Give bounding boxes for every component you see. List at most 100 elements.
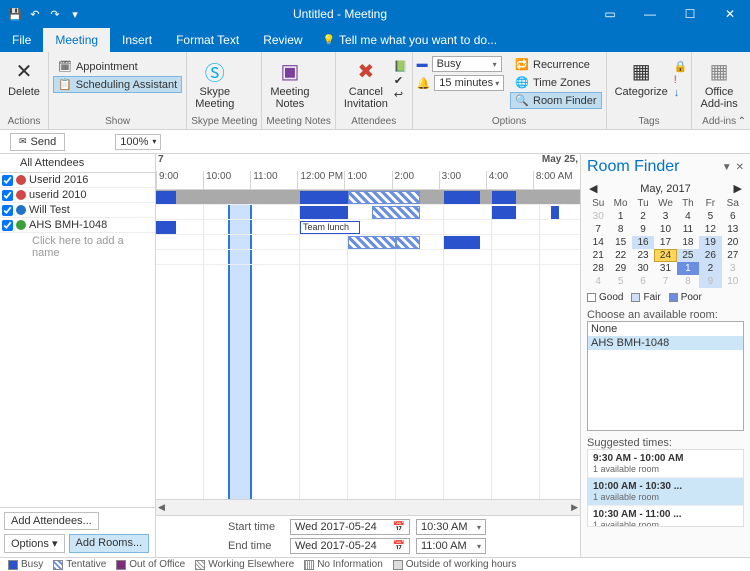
pane-close-icon[interactable]: ✕ — [736, 162, 744, 173]
calendar-day[interactable]: 17 — [654, 236, 676, 249]
attendee-checkbox[interactable] — [2, 220, 13, 231]
show-as-dropdown[interactable]: Busy — [432, 56, 502, 72]
room-list[interactable]: NoneAHS BMH-1048 — [587, 321, 744, 431]
timezones-button[interactable]: 🌐Time Zones — [510, 74, 601, 91]
qat-more-icon[interactable]: ▾ — [66, 5, 84, 23]
calendar-day[interactable]: 8 — [609, 223, 631, 236]
response-options-icon[interactable]: ↩ — [394, 88, 408, 101]
calendar-day[interactable]: 3 — [722, 262, 744, 275]
send-button[interactable]: Send — [10, 133, 65, 151]
calendar-day[interactable]: 3 — [654, 210, 676, 223]
zoom-dropdown[interactable]: 100% — [115, 134, 161, 150]
address-book-icon[interactable]: 📗 — [394, 60, 408, 73]
tell-me-search[interactable]: Tell me what you want to do... — [315, 28, 506, 52]
skype-meeting-button[interactable]: Ⓢ Skype Meeting — [191, 54, 238, 112]
calendar-day[interactable]: 5 — [699, 210, 721, 223]
end-time-field[interactable]: 11:00 AM — [416, 538, 486, 554]
private-icon[interactable]: 🔒 — [674, 60, 688, 73]
calendar-day[interactable]: 9 — [699, 275, 721, 288]
end-date-field[interactable]: Wed 2017-05-24 — [290, 538, 410, 554]
attendee-checkbox[interactable] — [2, 205, 13, 216]
add-rooms-button[interactable]: Add Rooms... — [69, 534, 150, 553]
calendar-day[interactable]: 5 — [609, 275, 631, 288]
calendar-day[interactable]: 4 — [677, 210, 699, 223]
calendar-day[interactable]: 6 — [632, 275, 654, 288]
recurrence-button[interactable]: 🔁Recurrence — [510, 56, 601, 73]
attendee-checkbox[interactable] — [2, 190, 13, 201]
calendar-day[interactable]: 11 — [677, 223, 699, 236]
calendar-day[interactable]: 18 — [677, 236, 699, 249]
tab-file[interactable]: File — [0, 28, 43, 52]
room-option[interactable]: AHS BMH-1048 — [588, 336, 743, 350]
prev-month-icon[interactable]: ◀ — [589, 182, 597, 195]
maximize-icon[interactable]: ☐ — [670, 0, 710, 28]
add-attendee-input[interactable]: Click here to add a name — [0, 233, 155, 261]
calendar-day[interactable]: 8 — [677, 275, 699, 288]
suggested-time[interactable]: 9:30 AM - 10:00 AM1 available room — [588, 450, 743, 478]
redo-icon[interactable]: ↷ — [46, 5, 64, 23]
tab-review[interactable]: Review — [251, 28, 314, 52]
calendar-day[interactable]: 10 — [722, 275, 744, 288]
calendar-day[interactable]: 12 — [699, 223, 721, 236]
undo-icon[interactable]: ↶ — [26, 5, 44, 23]
calendar-day[interactable]: 22 — [609, 249, 631, 262]
check-names-icon[interactable]: ✔ — [394, 74, 408, 87]
calendar-day[interactable]: 30 — [632, 262, 654, 275]
calendar-day[interactable]: 27 — [722, 249, 744, 262]
start-date-field[interactable]: Wed 2017-05-24 — [290, 519, 410, 535]
calendar-day[interactable]: 19 — [699, 236, 721, 249]
calendar-day[interactable]: 23 — [632, 249, 654, 262]
scheduling-assistant-button[interactable]: 📋Scheduling Assistant — [53, 76, 182, 93]
horizontal-scrollbar[interactable]: ◀▶ — [156, 499, 580, 515]
calendar-day[interactable]: 4 — [587, 275, 609, 288]
next-month-icon[interactable]: ▶ — [734, 182, 742, 195]
calendar-day[interactable]: 25 — [677, 249, 699, 262]
calendar-day[interactable]: 2 — [699, 262, 721, 275]
calendar-day[interactable]: 7 — [587, 223, 609, 236]
calendar-day[interactable]: 14 — [587, 236, 609, 249]
start-time-field[interactable]: 10:30 AM — [416, 519, 486, 535]
meeting-notes-button[interactable]: ▣ Meeting Notes — [266, 54, 313, 112]
calendar-day[interactable]: 26 — [699, 249, 721, 262]
ribbon-options-icon[interactable]: ▭ — [590, 0, 630, 28]
save-icon[interactable]: 💾 — [6, 5, 24, 23]
calendar-day[interactable]: 30 — [587, 210, 609, 223]
office-addins-button[interactable]: ▦ Office Add-ins — [696, 54, 741, 112]
calendar-day[interactable]: 10 — [654, 223, 676, 236]
attendee-row[interactable]: Will Test — [0, 203, 155, 218]
calendar-day[interactable]: 24 — [654, 249, 676, 262]
appointment-button[interactable]: 🗓Appointment — [53, 58, 182, 75]
add-attendees-button[interactable]: Add Attendees... — [4, 512, 99, 530]
tab-format-text[interactable]: Format Text — [164, 28, 251, 52]
calendar-day[interactable]: 2 — [632, 210, 654, 223]
options-button[interactable]: Options ▾ — [4, 534, 65, 553]
tab-meeting[interactable]: Meeting — [43, 28, 110, 52]
high-importance-icon[interactable]: ! — [674, 74, 688, 86]
calendar-day[interactable]: 20 — [722, 236, 744, 249]
room-option[interactable]: None — [588, 322, 743, 336]
calendar-day[interactable]: 1 — [609, 210, 631, 223]
calendar-day[interactable]: 21 — [587, 249, 609, 262]
calendar-day[interactable]: 7 — [654, 275, 676, 288]
suggested-time[interactable]: 10:30 AM - 11:00 ...1 available room — [588, 506, 743, 527]
categorize-button[interactable]: ▦ Categorize — [611, 54, 672, 100]
delete-button[interactable]: ✕ Delete — [4, 54, 44, 100]
calendar-day[interactable]: 13 — [722, 223, 744, 236]
calendar-day[interactable]: 31 — [654, 262, 676, 275]
calendar-day[interactable]: 16 — [632, 236, 654, 249]
event-team-lunch[interactable]: Team lunch — [300, 221, 360, 234]
cancel-invitation-button[interactable]: ✖ Cancel Invitation — [340, 54, 392, 112]
collapse-ribbon-icon[interactable]: ⌃ — [738, 116, 746, 127]
calendar-day[interactable]: 15 — [609, 236, 631, 249]
timeline-grid[interactable]: Team lunch — [156, 190, 580, 499]
calendar-day[interactable]: 28 — [587, 262, 609, 275]
calendar-day[interactable]: 29 — [609, 262, 631, 275]
room-finder-button[interactable]: 🔍Room Finder — [510, 92, 601, 109]
attendee-row[interactable]: userid 2010 — [0, 188, 155, 203]
attendee-row[interactable]: Userid 2016 — [0, 173, 155, 188]
calendar-day[interactable]: 6 — [722, 210, 744, 223]
suggested-time[interactable]: 10:00 AM - 10:30 ...1 available room — [588, 478, 743, 506]
reminder-dropdown[interactable]: 15 minutes — [434, 75, 504, 91]
calendar-day[interactable]: 1 — [677, 262, 699, 275]
minimize-icon[interactable]: — — [630, 0, 670, 28]
